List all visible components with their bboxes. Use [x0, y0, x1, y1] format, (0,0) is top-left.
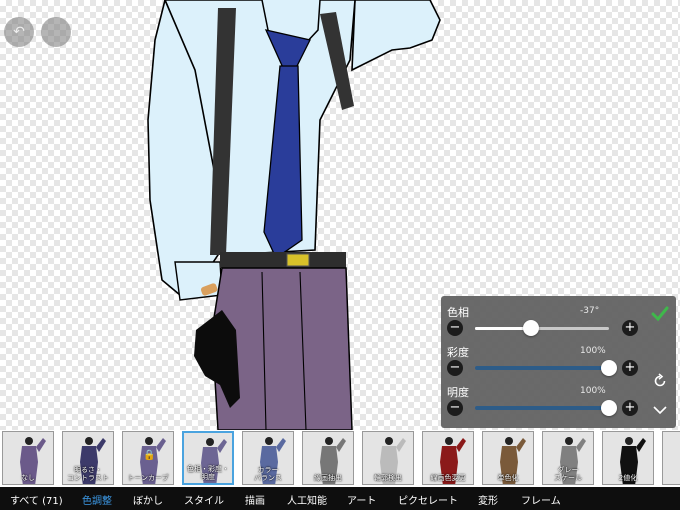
hue-slider[interactable] [475, 327, 609, 330]
chevron-down-icon[interactable] [652, 404, 668, 416]
filter-label: 明るさ・ コントラスト [67, 466, 109, 482]
filter-thumbnail-strip: なし 明るさ・ コントラスト 🔒 トーンカーブ 色相・彩度・ 明度 カラー バランス線画抽… [0, 430, 680, 487]
filter-thumbnail[interactable] [662, 431, 680, 485]
category-tab[interactable]: 変形 [478, 492, 498, 507]
hue-value: -37° [580, 306, 600, 316]
category-tab[interactable]: ぼかし [133, 492, 163, 507]
filter-thumbnail[interactable]: なし [2, 431, 54, 485]
filter-label: グレー スケール [554, 466, 582, 482]
saturation-slider[interactable] [475, 366, 609, 370]
filter-thumbnail[interactable]: グレー スケール [542, 431, 594, 485]
checkmark-icon[interactable] [651, 306, 669, 322]
brightness-slider-knob[interactable] [601, 400, 617, 416]
category-tab[interactable]: アート [347, 492, 376, 507]
filter-label: 単色化 [497, 474, 519, 482]
filter-thumbnail[interactable]: 色相・彩度・ 明度 [182, 431, 234, 485]
reset-rotate-icon[interactable] [652, 373, 668, 389]
filter-thumbnail[interactable]: 線画色変更 [422, 431, 474, 485]
brightness-label: 明度 [447, 386, 469, 399]
hue-decrease-button[interactable]: − [447, 320, 463, 336]
saturation-increase-button[interactable]: + [622, 360, 638, 376]
filter-label: 線画色変更 [430, 474, 466, 482]
brightness-row: 明度 100% − + [441, 378, 676, 420]
filter-label: 線画抽出 [314, 474, 342, 482]
category-tab[interactable]: 色調整 [82, 492, 112, 507]
brightness-value: 100% [580, 386, 606, 396]
category-tab[interactable]: ピクセレート [398, 492, 458, 507]
filter-thumbnail[interactable]: 単色化 [482, 431, 534, 485]
saturation-value: 100% [580, 346, 606, 356]
lock-icon: 🔒 [143, 450, 156, 461]
hue-increase-button[interactable]: + [622, 320, 638, 336]
category-tab-bar: すべて (71) 色調整 ぼかし スタイル 描画 人工知能 アート ピクセレート 変形 フレーム [0, 487, 680, 510]
filter-label: 輪郭検出 [374, 474, 402, 482]
undo-arrow-icon: ↶ [13, 24, 25, 40]
category-tab[interactable]: 人工知能 [287, 492, 327, 507]
filter-label: カラー バランス [254, 466, 282, 482]
filter-thumbnail[interactable]: 2値化 [602, 431, 654, 485]
redo-button[interactable] [41, 17, 71, 47]
hue-label: 色相 [447, 306, 469, 319]
saturation-slider-knob[interactable] [601, 360, 617, 376]
category-tab[interactable]: スタイル [184, 492, 224, 507]
category-tab[interactable]: フレーム [521, 492, 561, 507]
brightness-increase-button[interactable]: + [622, 400, 638, 416]
filter-thumbnail[interactable]: 線画抽出 [302, 431, 354, 485]
filter-thumbnail[interactable]: 🔒 トーンカーブ [122, 431, 174, 485]
filter-label: なし [21, 474, 35, 482]
filter-thumbnail[interactable]: 明るさ・ コントラスト [62, 431, 114, 485]
category-tab[interactable]: すべて (71) [10, 492, 63, 507]
saturation-label: 彩度 [447, 346, 469, 359]
saturation-row: 彩度 100% − + [441, 338, 676, 380]
brightness-decrease-button[interactable]: − [447, 400, 463, 416]
category-tab[interactable]: 描画 [245, 492, 265, 507]
hue-row: 色相 -37° − + [441, 298, 676, 340]
saturation-decrease-button[interactable]: − [447, 360, 463, 376]
filter-label: 色相・彩度・ 明度 [187, 465, 229, 481]
hue-slider-knob[interactable] [523, 320, 540, 336]
filter-label: 2値化 [618, 474, 638, 482]
hue-saturation-panel: 色相 -37° − + 彩度 100% − + 明度 100% − + [441, 296, 676, 428]
filter-preview-figure [663, 432, 680, 485]
brightness-slider[interactable] [475, 406, 609, 410]
filter-thumbnail[interactable]: 輪郭検出 [362, 431, 414, 485]
filter-label: トーンカーブ [127, 474, 169, 482]
filter-thumbnail[interactable]: カラー バランス [242, 431, 294, 485]
undo-button[interactable]: ↶ [4, 17, 34, 47]
